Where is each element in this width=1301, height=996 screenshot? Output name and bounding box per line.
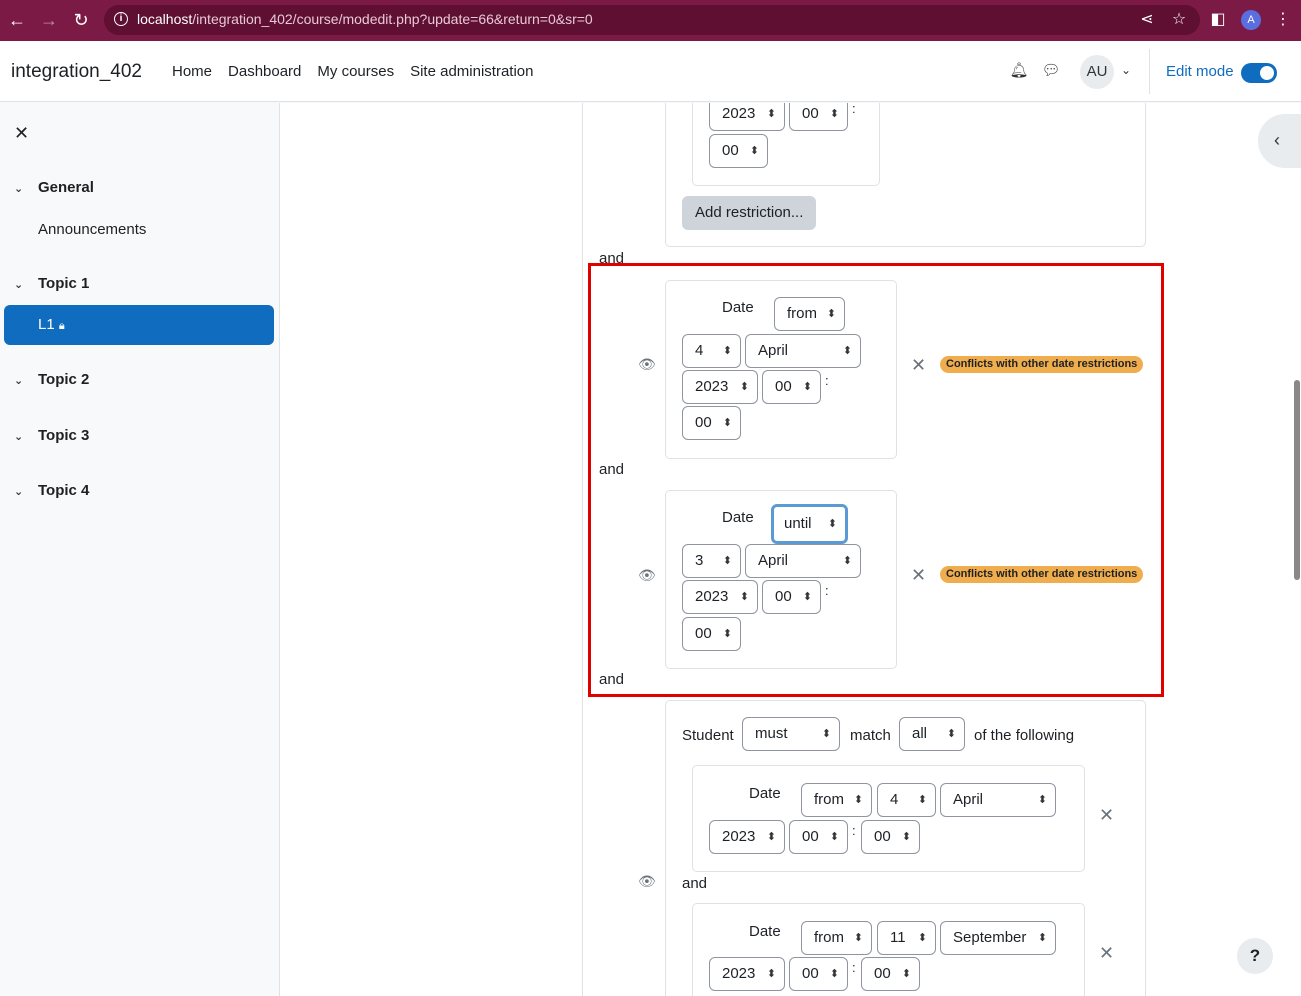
restriction-tree-border [582, 103, 583, 996]
student-label: Student [682, 727, 734, 744]
forward-icon[interactable]: → [38, 9, 60, 31]
lock-icon: 🔒︎ [58, 320, 65, 332]
chevron-down-icon[interactable]: ⌄ [14, 278, 30, 291]
nav-my-courses[interactable]: My courses [317, 63, 394, 80]
hour-select[interactable]: 00 [789, 957, 848, 991]
delete-restriction-icon[interactable]: ✕ [1099, 805, 1114, 826]
minute-select[interactable]: 00 [709, 134, 768, 168]
day-select[interactable]: 11 [877, 921, 936, 955]
share-icon[interactable]: ⋖ [1136, 9, 1158, 31]
activity-l1-current[interactable]: L1 🔒︎ [4, 305, 274, 345]
date-label: Date [749, 785, 781, 802]
user-avatar[interactable]: AU [1080, 55, 1114, 89]
edit-mode-toggle[interactable] [1241, 63, 1277, 83]
site-info-icon[interactable]: i [114, 12, 128, 26]
close-drawer-icon[interactable]: ✕ [14, 123, 29, 144]
section-general[interactable]: ⌄ General [14, 179, 94, 196]
of-following-label: of the following [974, 727, 1075, 744]
section-topic-2[interactable]: ⌄ Topic 2 [14, 371, 89, 388]
messages-chat-icon[interactable]: 💬︎ [1041, 61, 1061, 81]
hour-select[interactable]: 00 [789, 103, 848, 131]
bookmark-star-icon[interactable]: ☆ [1168, 9, 1190, 31]
activity-announcements[interactable]: Announcements [38, 221, 146, 238]
site-navbar: integration_402 Home Dashboard My course… [0, 41, 1301, 102]
primary-navigation: Home Dashboard My courses Site administr… [172, 63, 550, 80]
minute-select[interactable]: 00 [861, 820, 920, 854]
and-connector: and [682, 875, 708, 892]
address-bar[interactable]: i localhost/integration_402/course/moded… [104, 5, 1200, 35]
year-select[interactable]: 2023 [709, 103, 785, 131]
section-topic-4[interactable]: ⌄ Topic 4 [14, 482, 89, 499]
chevron-down-icon[interactable]: ⌄ [14, 430, 30, 443]
date-label: Date [749, 923, 781, 940]
match-all-select[interactable]: all [899, 717, 965, 751]
match-label: match [850, 727, 891, 744]
nested-date-restriction-1 [692, 765, 1085, 872]
browser-profile-avatar[interactable]: A [1241, 10, 1261, 30]
page-scrollbar[interactable] [1294, 380, 1300, 580]
must-select[interactable]: must [742, 717, 840, 751]
delete-restriction-icon[interactable]: ✕ [1099, 943, 1114, 964]
url-host: localhost [137, 11, 193, 27]
eye-icon[interactable]: 👁︎ [638, 873, 656, 890]
hour-select[interactable]: 00 [789, 820, 848, 854]
url-text: localhost/integration_402/course/modedit… [137, 11, 593, 27]
time-colon: : [852, 103, 856, 116]
nav-site-administration[interactable]: Site administration [410, 63, 533, 80]
side-panel-icon[interactable]: ◧ [1207, 9, 1229, 31]
navbar-divider [1149, 49, 1150, 94]
help-button[interactable]: ? [1237, 938, 1273, 974]
year-select[interactable]: 2023 [709, 957, 785, 991]
browser-toolbar: ← → ↻ i localhost/integration_402/course… [0, 0, 1301, 41]
notifications-bell-icon[interactable]: 🔔︎ [1009, 61, 1029, 81]
section-topic-1[interactable]: ⌄ Topic 1 [14, 275, 89, 292]
edit-mode-label: Edit mode [1166, 63, 1234, 80]
reload-icon[interactable]: ↻ [70, 9, 92, 31]
main-content: 2023 00 : 00 Add restriction... and Date… [280, 103, 1301, 996]
browser-menu-icon[interactable]: ⋮ [1272, 9, 1294, 31]
month-select[interactable]: September [940, 921, 1056, 955]
section-topic-3[interactable]: ⌄ Topic 3 [14, 427, 89, 444]
direction-select[interactable]: from [801, 783, 872, 817]
nav-dashboard[interactable]: Dashboard [228, 63, 301, 80]
year-select[interactable]: 2023 [709, 820, 785, 854]
site-brand[interactable]: integration_402 [11, 61, 142, 83]
chevron-down-icon[interactable]: ⌄ [14, 374, 30, 387]
add-restriction-button[interactable]: Add restriction... [682, 196, 817, 230]
day-select[interactable]: 4 [877, 783, 936, 817]
chevron-down-icon[interactable]: ⌄ [14, 485, 30, 498]
chevron-down-icon[interactable]: ⌄ [14, 182, 30, 195]
nav-home[interactable]: Home [172, 63, 212, 80]
highlight-frame [588, 263, 1164, 697]
back-icon[interactable]: ← [6, 9, 28, 31]
user-menu-chevron-icon[interactable]: ⌄ [1121, 63, 1131, 77]
month-select[interactable]: April [940, 783, 1056, 817]
time-colon: : [852, 960, 856, 975]
url-path: /integration_402/course/modedit.php?upda… [192, 11, 593, 27]
direction-select[interactable]: from [801, 921, 872, 955]
course-index-drawer: ✕ ⌄ General Announcements ⌄ Topic 1 L1 🔒︎ … [0, 103, 280, 996]
time-colon: : [852, 823, 856, 838]
minute-select[interactable]: 00 [861, 957, 920, 991]
